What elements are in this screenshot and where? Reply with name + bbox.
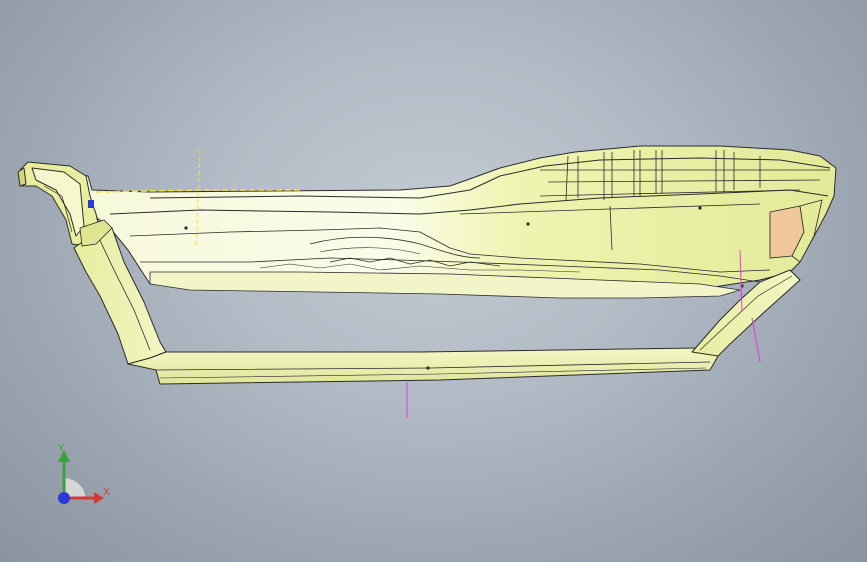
bottom-frame-bar[interactable]: [127, 347, 719, 385]
cad-graphics-viewport[interactable]: X Y: [0, 0, 867, 562]
blue-marker: [88, 200, 94, 208]
coordinate-triad[interactable]: [44, 436, 124, 516]
x-axis-label: X: [103, 487, 110, 498]
y-axis-label: Y: [58, 443, 65, 454]
z-axis-dot: [58, 492, 70, 504]
magenta-datum-line-right-angled: [751, 317, 761, 363]
cad-model[interactable]: [0, 0, 867, 562]
seat-shell[interactable]: [39, 145, 837, 299]
